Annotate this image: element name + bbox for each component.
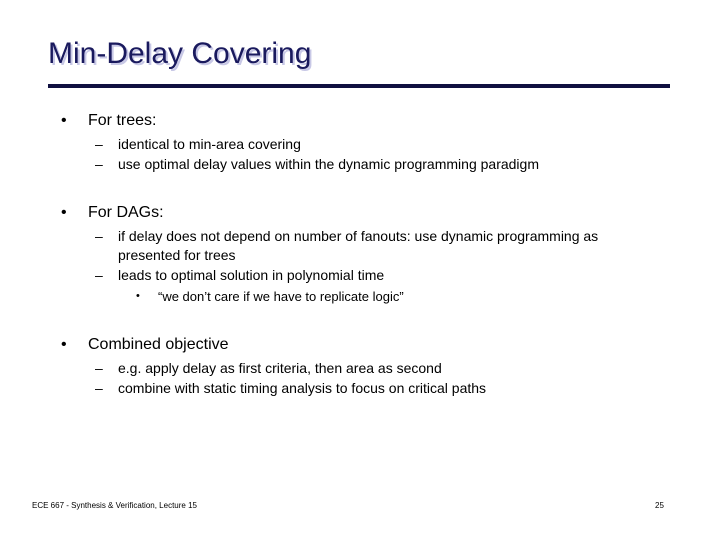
footer-page-number: 25 [655, 501, 664, 510]
bullet-level2-label: leads to optimal solution in polynomial … [118, 267, 385, 283]
bullet-group: • For DAGs: – if delay does not depend o… [0, 174, 720, 306]
bullet-level1: • For DAGs: [0, 202, 720, 223]
bullet-level2: – identical to min-area covering [0, 135, 720, 154]
slide-title-block: Min-Delay Covering [48, 36, 672, 72]
dash-icon: – [95, 156, 103, 172]
slide-canvas: Min-Delay Covering • For trees: – identi… [0, 0, 720, 540]
dash-icon: – [95, 136, 103, 152]
bullet-dot-icon: • [61, 204, 67, 221]
bullet-level2-label: use optimal delay values within the dyna… [118, 156, 539, 172]
bullet-dot-icon: • [136, 290, 140, 302]
dash-icon: – [95, 380, 103, 396]
bullet-level3-label: “we don’t care if we have to replicate l… [158, 289, 404, 304]
bullet-level2: – e.g. apply delay as first criteria, th… [0, 359, 720, 378]
bullet-level2-label: combine with static timing analysis to f… [118, 380, 487, 396]
dash-icon: – [95, 267, 103, 283]
bullet-level3: • “we don’t care if we have to replicate… [0, 287, 720, 306]
bullet-level2-label: if delay does not depend on number of fa… [118, 228, 599, 263]
bullet-level1: • Combined objective [0, 334, 720, 355]
bullet-level1: • For trees: [0, 110, 720, 131]
bullet-group: • For trees: – identical to min-area cov… [0, 104, 720, 174]
bullet-level2: – if delay does not depend on number of … [0, 227, 720, 265]
bullet-level2-label: e.g. apply delay as first criteria, then… [118, 360, 442, 376]
bullet-group: • Combined objective – e.g. apply delay … [0, 306, 720, 398]
slide-body: • For trees: – identical to min-area cov… [0, 104, 720, 398]
footer-course-label: ECE 667 - Synthesis & Verification, Lect… [32, 501, 197, 510]
bullet-level1-label: Combined objective [88, 336, 229, 353]
bullet-level2: – combine with static timing analysis to… [0, 379, 720, 398]
dash-icon: – [95, 360, 103, 376]
page-title: Min-Delay Covering [48, 37, 312, 70]
bullet-level2-label: identical to min-area covering [118, 136, 301, 152]
bullet-level2: – use optimal delay values within the dy… [0, 155, 720, 174]
dash-icon: – [95, 228, 103, 244]
bullet-level1-label: For trees: [88, 112, 157, 129]
bullet-dot-icon: • [61, 112, 67, 129]
bullet-level1-label: For DAGs: [88, 204, 164, 221]
bullet-dot-icon: • [61, 336, 67, 353]
bullet-level2: – leads to optimal solution in polynomia… [0, 266, 720, 285]
title-divider [48, 84, 670, 88]
